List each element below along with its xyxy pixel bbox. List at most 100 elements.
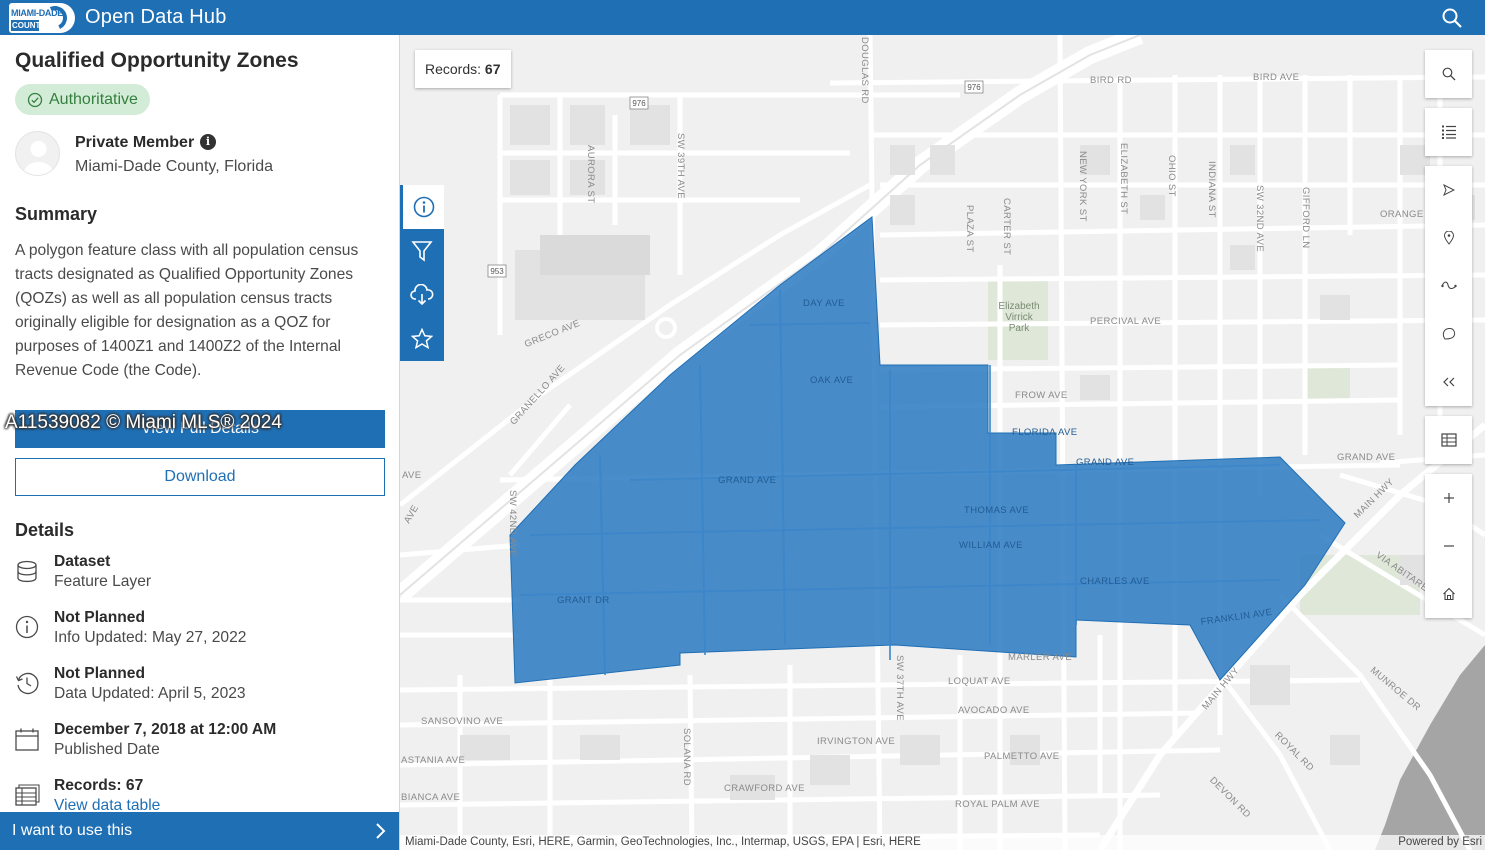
street-label: MARLER AVE bbox=[1008, 652, 1073, 663]
map-table-group bbox=[1425, 416, 1472, 464]
navigate-button[interactable] bbox=[1425, 166, 1472, 214]
park-label: Elizabeth Virrick Park bbox=[998, 301, 1040, 334]
history-icon bbox=[15, 672, 39, 695]
records-count: Records: 67 bbox=[415, 50, 511, 88]
legend-button[interactable] bbox=[1425, 108, 1472, 156]
table-icon bbox=[15, 784, 40, 806]
street-label: PALMETTO AVE bbox=[984, 751, 1060, 762]
search-icon bbox=[1442, 67, 1455, 81]
map-zoom-group bbox=[1425, 474, 1472, 618]
street-label: GRAND AVE bbox=[1076, 457, 1135, 468]
street-label: OAK AVE bbox=[810, 375, 854, 386]
street-label: INDIANA ST bbox=[1206, 161, 1217, 218]
street-label: CHARLES AVE bbox=[1080, 576, 1150, 587]
detail-title: Not Planned bbox=[54, 609, 145, 626]
detail-row-type: Dataset Feature Layer bbox=[15, 553, 395, 597]
street-label: ELIZABETH ST bbox=[1118, 143, 1129, 215]
street-label: IRVINGTON AVE bbox=[817, 736, 896, 747]
home-button[interactable] bbox=[1425, 570, 1472, 618]
owner-organization: Miami-Dade County, Florida bbox=[75, 158, 273, 175]
map-search-button[interactable] bbox=[1425, 50, 1472, 98]
filter-icon bbox=[411, 241, 433, 262]
badge-label: Authoritative bbox=[49, 90, 138, 108]
favorite-tool[interactable] bbox=[400, 317, 444, 361]
attribute-table-button[interactable] bbox=[1425, 416, 1472, 464]
search-icon[interactable] bbox=[1441, 7, 1463, 29]
powered-by-esri[interactable]: Powered by Esri bbox=[1398, 835, 1482, 850]
street-label: BIANCA AVE bbox=[401, 792, 461, 803]
route-shield-953: 953 bbox=[490, 267, 504, 276]
summary-text: A polygon feature class with all populat… bbox=[15, 242, 359, 379]
database-icon bbox=[17, 560, 37, 583]
detail-title: Dataset bbox=[54, 553, 111, 570]
map-side-toolbar bbox=[400, 185, 444, 361]
zoom-in-button[interactable] bbox=[1425, 474, 1472, 522]
street-label: NEW YORK ST bbox=[1077, 151, 1088, 222]
measure-button[interactable] bbox=[1425, 262, 1472, 310]
star-icon bbox=[411, 328, 433, 350]
street-label: GIFFORD LN bbox=[1300, 187, 1311, 249]
attribution-text: Miami-Dade County, Esri, HERE, Garmin, G… bbox=[405, 836, 921, 848]
details-heading: Details bbox=[15, 520, 75, 540]
download-button[interactable]: Download bbox=[15, 458, 385, 496]
street-label: SW 32ND AVE bbox=[1254, 185, 1265, 253]
view-full-details-button[interactable]: View Full Details bbox=[15, 410, 385, 448]
street-label: CARTER ST bbox=[1001, 198, 1012, 256]
navigate-icon bbox=[1442, 184, 1455, 196]
cloud-download-icon bbox=[410, 284, 434, 306]
map-search-group bbox=[1425, 50, 1472, 98]
zoom-out-button[interactable] bbox=[1425, 522, 1472, 570]
map-attribution: Miami-Dade County, Esri, HERE, Garmin, G… bbox=[400, 835, 1485, 850]
detail-row-info-updated: Not Planned Info Updated: May 27, 2022 bbox=[15, 609, 395, 653]
street-label: GRAND AVE bbox=[718, 475, 777, 486]
collapse-button[interactable] bbox=[1425, 358, 1472, 406]
i-want-to-use-this-bar[interactable]: I want to use this bbox=[0, 812, 399, 850]
info-icon bbox=[413, 196, 434, 218]
info-icon bbox=[15, 615, 39, 639]
filter-tool[interactable] bbox=[400, 229, 444, 273]
detail-title: December 7, 2018 at 12:00 AM bbox=[54, 721, 277, 738]
street-label: SOLANA RD bbox=[681, 728, 692, 786]
pin-button[interactable] bbox=[1425, 214, 1472, 262]
summary-heading: Summary bbox=[15, 204, 98, 224]
street-label: PERCIVAL AVE bbox=[1090, 316, 1162, 327]
legend-icon bbox=[1441, 125, 1456, 139]
info-tool[interactable] bbox=[400, 185, 444, 229]
street-label: SANSOVINO AVE bbox=[421, 716, 504, 727]
lasso-button[interactable] bbox=[1425, 310, 1472, 358]
street-label: AURORA ST bbox=[585, 145, 596, 204]
county-logo[interactable]: MIAMI-DADE COUNTY bbox=[9, 2, 75, 33]
download-tool[interactable] bbox=[400, 273, 444, 317]
user-avatar-icon bbox=[23, 141, 54, 175]
street-label: DOUGLAS RD bbox=[859, 37, 870, 104]
measure-icon bbox=[1440, 281, 1457, 290]
street-label: WILLIAM AVE bbox=[959, 540, 1023, 551]
map-view[interactable]: 976 976 953 BIRD RD BIRD AVE AURORA ST S… bbox=[400, 35, 1485, 850]
detail-subtitle: Feature Layer bbox=[54, 573, 152, 590]
street-label: AVOCADO AVE bbox=[958, 705, 1030, 716]
logo-bottom-text: COUNTY bbox=[11, 19, 46, 31]
top-bar: MIAMI-DADE COUNTY Open Data Hub bbox=[0, 0, 1485, 35]
street-label: FROW AVE bbox=[1015, 390, 1068, 401]
street-label: PLAZA ST bbox=[964, 205, 975, 253]
zoom-in-icon bbox=[1443, 493, 1454, 503]
calendar-icon bbox=[15, 728, 39, 751]
detail-subtitle: Published Date bbox=[54, 741, 160, 758]
app-title[interactable]: Open Data Hub bbox=[85, 6, 227, 29]
records-value: 67 bbox=[484, 61, 501, 77]
dataset-panel: Qualified Opportunity Zones Authoritativ… bbox=[0, 35, 400, 850]
owner-info-icon[interactable]: i bbox=[200, 134, 216, 150]
zoom-out-icon bbox=[1443, 545, 1454, 547]
detail-title: Records: 67 bbox=[54, 777, 144, 794]
street-label: LOQUAT AVE bbox=[948, 676, 1011, 687]
street-label: BIRD RD bbox=[1090, 75, 1132, 86]
street-label: GRAND AVE bbox=[1337, 452, 1396, 463]
records-label: Records: bbox=[425, 61, 482, 77]
street-label: DAY AVE bbox=[803, 298, 845, 309]
street-label: CRAWFORD AVE bbox=[724, 783, 805, 794]
home-icon bbox=[1442, 587, 1455, 601]
street-label: ROYAL PALM AVE bbox=[955, 799, 1040, 810]
street-label: FLORIDA AVE bbox=[1012, 427, 1078, 438]
route-shield-976a: 976 bbox=[632, 99, 646, 108]
street-label: GRANT DR bbox=[557, 595, 610, 606]
